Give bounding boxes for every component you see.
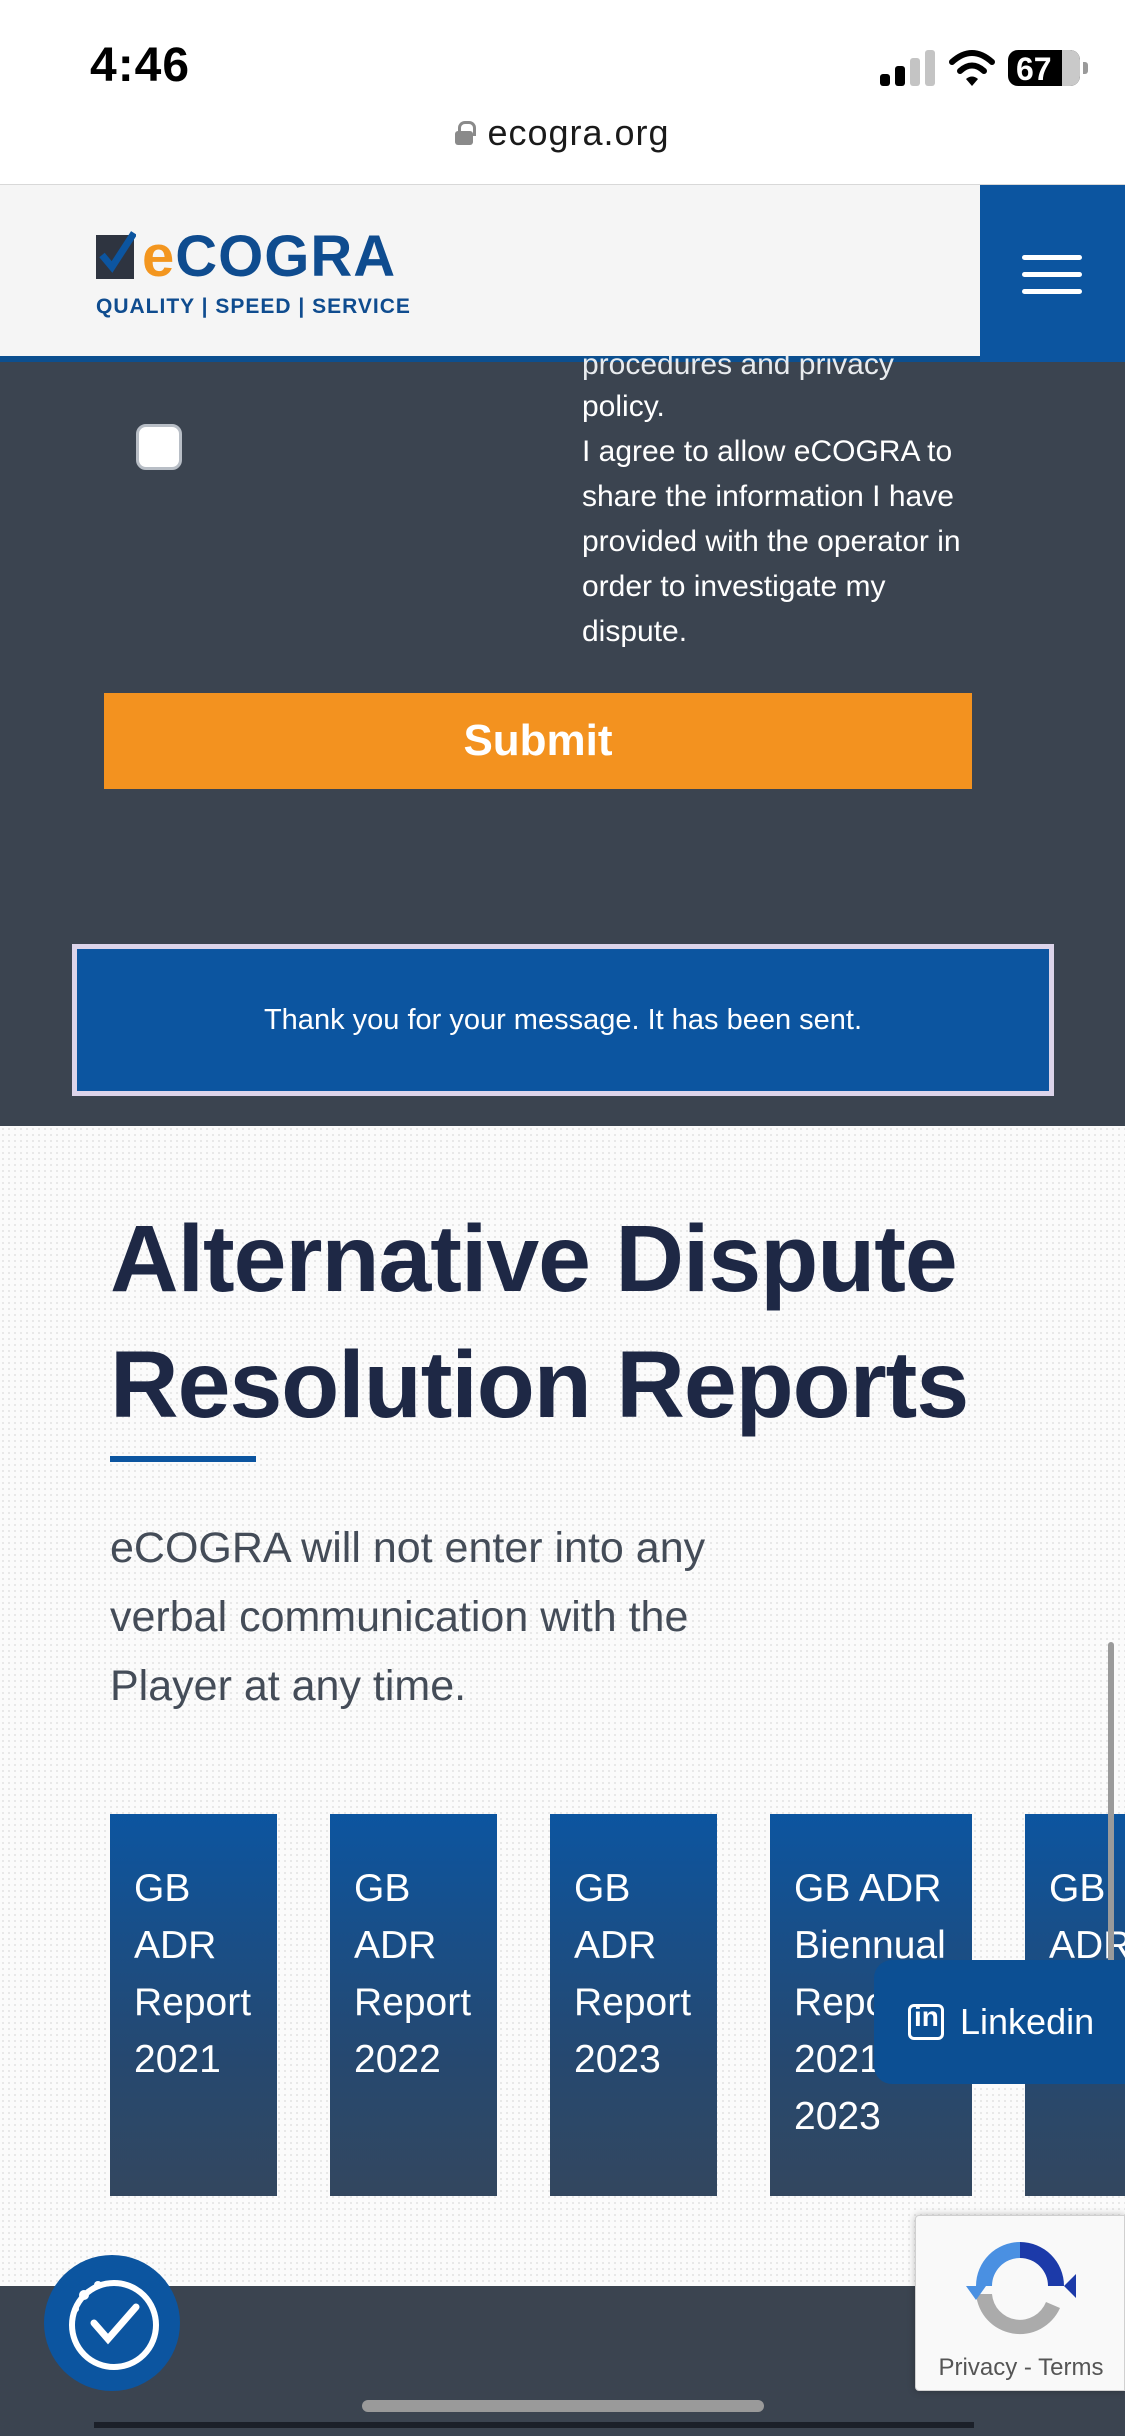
ecogra-logo[interactable]: eCOGRA QUALITY | SPEED | SERVICE bbox=[96, 225, 410, 319]
dispute-form-section: procedures and privacy policy. I agree t… bbox=[0, 356, 1125, 1126]
hamburger-menu-button[interactable] bbox=[980, 185, 1125, 363]
linkedin-label: Linkedin bbox=[960, 2001, 1095, 2042]
logo-tagline: QUALITY | SPEED | SERVICE bbox=[96, 295, 411, 318]
logo-wordmark: eCOGRA bbox=[142, 224, 397, 289]
report-card-2023[interactable]: GB ADR Report 2023 bbox=[550, 1814, 717, 2196]
form-success-message: Thank you for your message. It has been … bbox=[72, 944, 1054, 1096]
logo-checkmark-icon bbox=[96, 231, 136, 279]
recaptcha-privacy-link[interactable]: Privacy bbox=[939, 2354, 1018, 2381]
url-text: ecogra.org bbox=[487, 112, 670, 153]
lock-icon bbox=[455, 121, 477, 145]
adr-reports-section: Alternative Dispute Resolution Reports e… bbox=[0, 1126, 1125, 2286]
reports-intro-text: eCOGRA will not enter into any verbal co… bbox=[110, 1524, 706, 1710]
consent-label: policy. I agree to allow eCOGRA to share… bbox=[582, 390, 961, 648]
home-indicator bbox=[362, 2400, 764, 2412]
wifi-icon bbox=[949, 50, 995, 86]
report-card-2021[interactable]: GB ADR Report 2021 bbox=[110, 1814, 277, 2196]
status-time: 4:46 bbox=[90, 39, 191, 92]
accessibility-icon bbox=[69, 2280, 159, 2370]
battery-icon: 67 bbox=[1008, 50, 1088, 87]
page-scrollbar[interactable] bbox=[1108, 1642, 1114, 1972]
linkedin-button[interactable]: Linkedin bbox=[874, 1960, 1125, 2084]
recaptcha-terms-link[interactable]: Terms bbox=[1038, 2354, 1103, 2381]
reports-heading: Alternative Dispute Resolution Reports bbox=[110, 1206, 969, 1438]
submit-button[interactable]: Submit bbox=[104, 693, 972, 789]
recaptcha-icon bbox=[966, 2242, 1076, 2335]
accessibility-button[interactable] bbox=[44, 2255, 180, 2391]
status-bar: 4:46 67 ecogra.org bbox=[0, 0, 1125, 153]
heading-underline bbox=[110, 1456, 256, 1462]
cellular-signal-icon bbox=[880, 50, 936, 86]
report-card-2022[interactable]: GB ADR Report 2022 bbox=[330, 1814, 497, 2196]
consent-checkbox[interactable] bbox=[136, 424, 182, 470]
footer-divider bbox=[94, 2422, 974, 2428]
site-header: eCOGRA QUALITY | SPEED | SERVICE bbox=[0, 184, 1125, 363]
recaptcha-links: Privacy - Terms bbox=[938, 2354, 1104, 2381]
battery-level: 67 bbox=[1016, 51, 1052, 87]
address-bar[interactable]: ecogra.org bbox=[0, 112, 1125, 168]
recaptcha-badge: Privacy - Terms bbox=[915, 2215, 1125, 2391]
linkedin-icon bbox=[908, 2001, 944, 2040]
